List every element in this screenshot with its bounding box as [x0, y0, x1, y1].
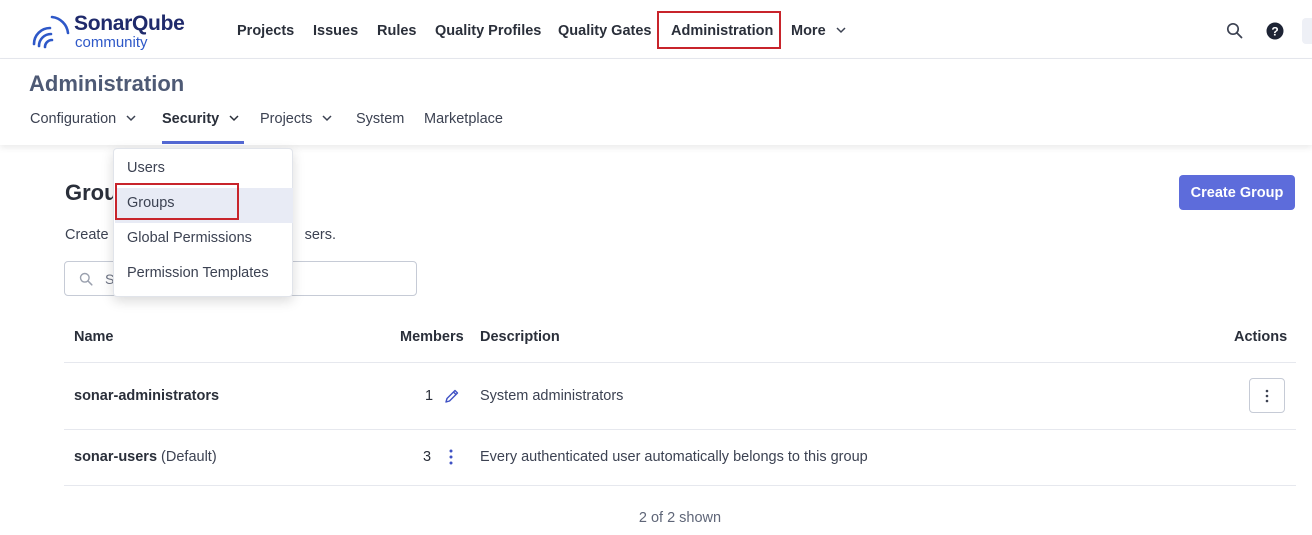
nav-issues[interactable]: Issues: [313, 22, 358, 40]
subnav-system[interactable]: System: [356, 111, 404, 127]
avatar-edge[interactable]: [1302, 18, 1312, 44]
group-description: Every authenticated user automatically b…: [480, 449, 868, 465]
group-name-text: sonar-users: [74, 449, 158, 465]
group-description: System administrators: [480, 388, 624, 404]
column-header-actions: Actions: [1234, 329, 1288, 345]
subnav-projects[interactable]: Projects: [260, 111, 332, 127]
logo-text: SonarQube community: [74, 12, 185, 51]
subnav-configuration[interactable]: Configuration: [30, 111, 136, 127]
administration-highlight-box: [657, 11, 781, 49]
groups-title: Grou: [65, 180, 118, 205]
nav-quality-profiles[interactable]: Quality Profiles: [435, 22, 541, 40]
chevron-down-icon: [322, 115, 332, 122]
sonarqube-logo[interactable]: SonarQube community: [30, 12, 200, 50]
subnav-projects-label: Projects: [260, 111, 313, 127]
search-icon[interactable]: [1226, 22, 1243, 39]
admin-header: Administration Configuration Security Pr…: [0, 59, 1312, 145]
top-navigation-bar: SonarQube community Projects Issues Rule…: [0, 0, 1312, 59]
logo-brand-name: SonarQube: [74, 12, 185, 35]
more-vertical-icon[interactable]: [449, 449, 453, 465]
subnav-marketplace[interactable]: Marketplace: [424, 111, 503, 127]
nav-more[interactable]: More: [791, 22, 846, 40]
nav-projects[interactable]: Projects: [237, 22, 294, 40]
results-count: 2 of 2 shown: [638, 510, 722, 526]
group-name: sonar-administrators: [74, 388, 220, 404]
chevron-down-icon: [126, 115, 136, 122]
help-icon[interactable]: ?: [1266, 22, 1284, 40]
groups-description-start: Create: [65, 227, 109, 243]
subnav-security[interactable]: Security: [162, 111, 239, 127]
search-icon: [79, 272, 93, 286]
table-header-row: Name Members Description Actions: [64, 311, 1296, 363]
chevron-down-icon: [229, 115, 239, 122]
pencil-edit-icon[interactable]: [444, 388, 460, 404]
groups-description-end: sers.: [304, 227, 337, 243]
row-actions-button[interactable]: [1249, 378, 1285, 413]
nav-quality-gates[interactable]: Quality Gates: [558, 22, 651, 40]
table-row: sonar-users (Default) 3 Every authentica…: [64, 430, 1296, 486]
nav-rules[interactable]: Rules: [377, 22, 417, 40]
menu-item-users[interactable]: Users: [115, 153, 293, 188]
menu-item-groups[interactable]: Groups: [115, 188, 293, 223]
column-header-members[interactable]: Members: [400, 329, 464, 345]
subnav-security-label: Security: [162, 111, 220, 127]
member-count: 3: [423, 449, 432, 465]
menu-item-permission-templates[interactable]: Permission Templates: [115, 258, 293, 293]
member-count: 1: [425, 388, 434, 404]
more-vertical-icon: [1265, 389, 1269, 403]
group-name: sonar-users (Default): [74, 449, 217, 465]
default-badge: (Default): [161, 449, 217, 465]
sonarqube-logo-icon: [32, 15, 70, 49]
subnav-configuration-label: Configuration: [30, 111, 117, 127]
create-group-button[interactable]: Create Group: [1179, 175, 1295, 210]
security-dropdown-menu: Users Groups Global Permissions Permissi…: [113, 148, 293, 297]
active-tab-indicator: [162, 141, 244, 144]
chevron-down-icon: [836, 27, 846, 34]
logo-edition: community: [75, 34, 148, 51]
column-header-description: Description: [480, 329, 560, 345]
nav-more-label: More: [791, 23, 826, 39]
menu-item-global-permissions[interactable]: Global Permissions: [115, 223, 293, 258]
page-title: Administration: [29, 71, 185, 96]
table-row: sonar-administrators 1 System administra…: [64, 363, 1296, 430]
column-header-name[interactable]: Name: [74, 329, 114, 345]
svg-text:?: ?: [1271, 25, 1278, 39]
